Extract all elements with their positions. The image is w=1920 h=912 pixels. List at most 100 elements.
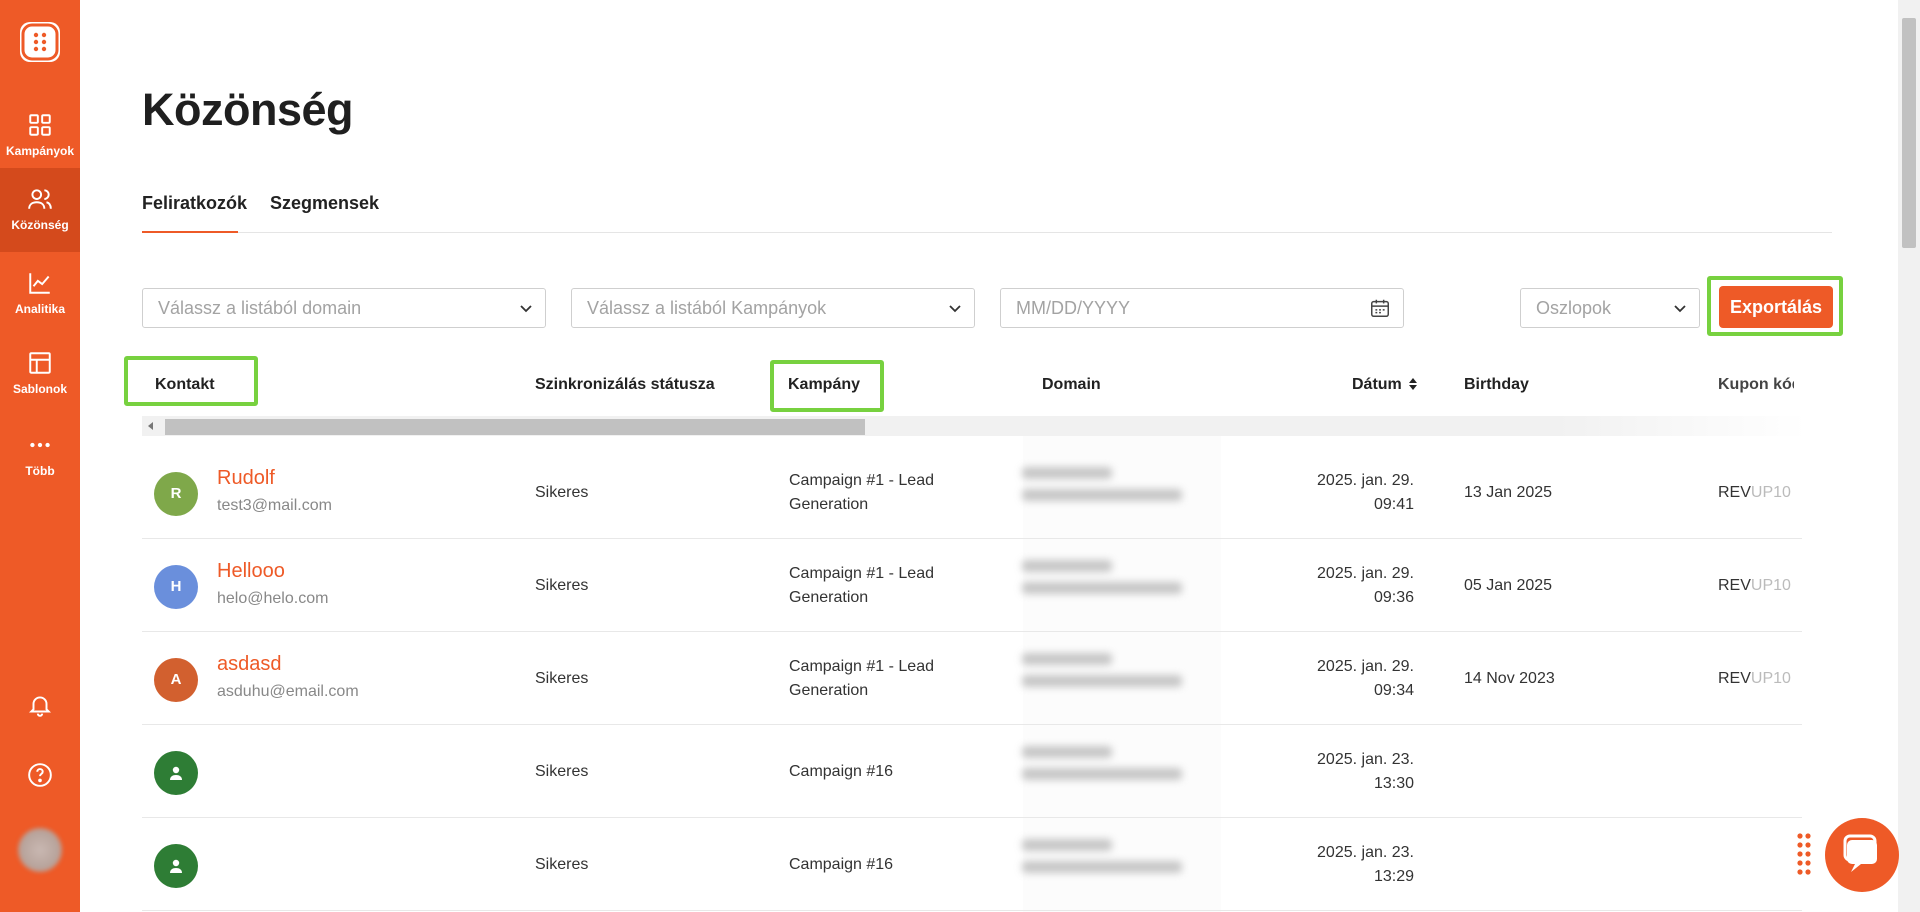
vertical-scroll-thumb[interactable] [1902,18,1916,248]
sidebar-item-kampanyok[interactable]: Kampányok [0,94,80,172]
domain-blurred [1022,746,1192,798]
sidebar-item-tobb[interactable]: Több [0,414,80,492]
sync-status: Sikeres [535,577,589,594]
coupon-cell: REVUP10 [1718,667,1791,691]
columns-select[interactable]: Oszlopok [1520,288,1700,328]
sidebar-item-label: Analitika [14,302,65,316]
campaign-cell: Campaign #16 [789,856,894,873]
header-date[interactable]: Dátum [1352,376,1418,394]
more-dots-icon [30,442,50,448]
date-cell: 2025. jan. 29. 09:34 [1254,655,1414,703]
sync-status: Sikeres [535,856,589,873]
contact-email: test3@mail.com [217,497,332,514]
birthday-cell: 05 Jan 2025 [1464,577,1553,594]
chevron-down-icon [949,305,961,313]
sidebar-item-analitika[interactable]: Analitika [0,252,80,330]
vertical-scrollbar[interactable] [1898,0,1920,912]
export-button[interactable]: Exportálás [1719,286,1833,328]
page-title: Közönség [142,84,354,135]
date-line: 2025. jan. 29. [1317,472,1414,489]
header-date-label: Dátum [1352,376,1402,393]
date-cell: 2025. jan. 23. 13:29 [1254,841,1414,889]
coupon-cell: REVUP10 [1718,481,1791,505]
table-row[interactable]: Sikeres Campaign #16 2025. jan. 23. 13:3… [142,726,1802,818]
chat-widget-button[interactable] [1825,818,1899,892]
campaign-cell: Campaign #1 - Lead Generation [789,469,934,517]
drag-handle-icon[interactable] [1796,832,1812,878]
time-line: 09:36 [1373,589,1414,606]
date-line: 2025. jan. 29. [1317,658,1414,675]
domain-select-placeholder: Válassz a listából domain [158,298,362,318]
dots-grid-logo-icon[interactable] [20,22,60,62]
campaign-select[interactable]: Válassz a listából Kampányok [571,288,975,328]
chat-bubble-icon [1843,834,1877,872]
campaign-line: Generation [789,496,869,513]
chevron-down-icon [520,305,532,313]
coupon-part: REV [1718,577,1751,594]
table-row[interactable]: H Hellooo helo@helo.com Sikeres Campaign… [142,540,1802,632]
header-domain[interactable]: Domain [1042,376,1101,394]
avatar: A [154,658,198,702]
domain-select[interactable]: Válassz a listából domain [142,288,546,328]
avatar: H [154,565,198,609]
avatar [154,751,198,795]
sync-status: Sikeres [535,670,589,687]
line-chart-icon [29,273,50,294]
campaign-line: Generation [789,682,869,699]
campaign-line: Generation [789,589,869,606]
date-input-placeholder: MM/DD/YYYY [1016,298,1131,318]
date-input[interactable]: MM/DD/YYYY [1000,288,1404,328]
table-row[interactable]: R Rudolf test3@mail.com Sikeres Campaign… [142,447,1802,539]
date-line: 2025. jan. 23. [1317,751,1414,768]
horizontal-scrollbar[interactable] [142,416,1807,436]
avatar [154,844,198,888]
coupon-part: UP10 [1750,484,1791,501]
sync-status: Sikeres [535,484,589,501]
bell-icon[interactable] [27,692,53,718]
grid-icon [29,114,51,136]
sort-icon[interactable] [1408,377,1418,391]
layout-icon [29,352,51,374]
avatar: R [154,472,198,516]
contact-name-link[interactable]: Rudolf [217,467,275,490]
campaign-line: Campaign #1 - Lead [789,472,934,489]
time-line: 13:29 [1373,868,1414,885]
birthday-cell: 13 Jan 2025 [1464,484,1553,501]
sidebar-item-label: Közönség [11,218,69,232]
help-icon[interactable] [27,762,53,788]
sidebar-item-sablonok[interactable]: Sablonok [0,332,80,410]
avatar[interactable] [18,828,62,872]
domain-blurred [1022,839,1192,891]
sidebar-item-kozonseg[interactable]: Közönség [0,168,80,252]
contact-name-link[interactable]: Hellooo [217,560,285,583]
header-sync-status[interactable]: Szinkronizálás státusza [535,376,715,394]
header-birthday[interactable]: Birthday [1464,376,1529,394]
header-coupon-label: Kupon kód [1718,376,1794,393]
header-coupon[interactable]: Kupon kód [1718,376,1794,394]
domain-blurred [1022,653,1192,705]
table-row[interactable]: A asdasd asduhu@email.com Sikeres Campai… [142,633,1802,725]
sidebar-item-label: Több [25,464,55,478]
header-contact[interactable]: Kontakt [155,376,215,394]
horizontal-scroll-thumb[interactable] [165,419,865,435]
table-row[interactable]: Sikeres Campaign #16 2025. jan. 23. 13:2… [142,819,1802,911]
coupon-part: REV [1718,670,1751,687]
user-icon [170,859,182,873]
date-line: 2025. jan. 29. [1317,565,1414,582]
calendar-icon[interactable] [1369,297,1391,319]
coupon-cell: REVUP10 [1718,574,1791,598]
contact-name-link[interactable]: asdasd [217,653,282,676]
date-line: 2025. jan. 23. [1317,844,1414,861]
header-campaign[interactable]: Kampány [788,376,860,394]
users-icon [28,189,52,209]
coupon-part: REV [1718,484,1751,501]
domain-blurred [1022,467,1192,519]
scroll-left-arrow-icon[interactable] [148,422,153,430]
tab-szegmensek[interactable]: Szegmensek [270,190,379,233]
tab-feliratkozok[interactable]: Feliratkozók [142,190,247,233]
contact-email: helo@helo.com [217,590,329,607]
contact-email: asduhu@email.com [217,683,359,700]
campaign-line: Campaign #1 - Lead [789,565,934,582]
sidebar: Kampányok Közönség Analitika Sablonok Tö… [0,0,80,912]
sync-status: Sikeres [535,763,589,780]
